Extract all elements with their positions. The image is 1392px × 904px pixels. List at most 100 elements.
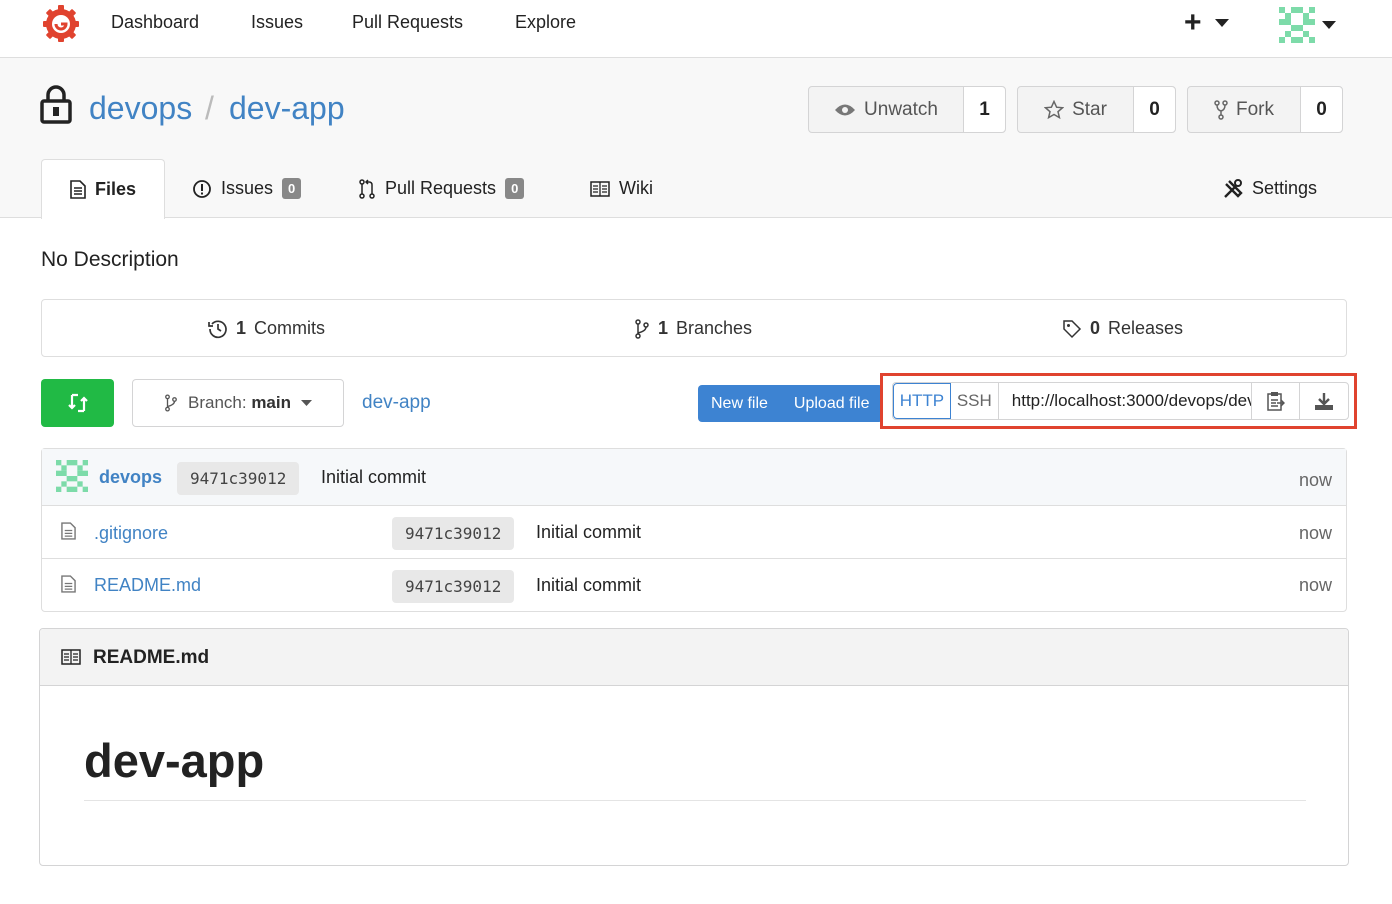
commits-label: Commits (254, 318, 326, 338)
repo-name-link[interactable]: dev-app (229, 90, 345, 127)
star-button-group: Star 0 (1017, 86, 1176, 133)
nav-issues[interactable]: Issues (251, 12, 303, 33)
releases-label: Releases (1108, 318, 1184, 338)
branch-name: main (251, 393, 291, 412)
commit-sha-button[interactable]: 9471c39012 (177, 462, 300, 495)
commits-count: 1 (236, 318, 247, 338)
star-icon (1044, 99, 1065, 119)
clone-http-button[interactable]: HTTP (893, 383, 951, 419)
lock-icon (40, 85, 72, 124)
clone-ssh-button[interactable]: SSH (951, 383, 999, 419)
caret-down-icon (1322, 21, 1336, 29)
caret-down-icon (1214, 19, 1229, 27)
repo-separator: / (205, 90, 214, 126)
compare-button[interactable] (41, 379, 114, 427)
clone-highlight: HTTP SSH http://localhost:3000/devops/de… (880, 373, 1357, 429)
fork-button[interactable]: Fork (1188, 87, 1301, 132)
caret-down-icon (301, 399, 312, 406)
releases-stat-link[interactable]: 0 Releases (1062, 318, 1183, 339)
clone-url-input[interactable]: http://localhost:3000/devops/dev-app.git (999, 383, 1253, 419)
star-button[interactable]: Star (1018, 87, 1134, 132)
tab-files[interactable]: Files (41, 159, 165, 219)
nav-explore[interactable]: Explore (515, 12, 576, 33)
commit-message: Initial commit (321, 467, 427, 487)
create-new-dropdown[interactable]: + (1184, 8, 1240, 38)
file-commit-message[interactable]: Initial commit (536, 575, 641, 596)
tab-pull-requests[interactable]: Pull Requests 0 (358, 159, 525, 218)
stars-count[interactable]: 0 (1134, 87, 1175, 132)
fork-icon (1214, 99, 1228, 120)
commit-age: now (1298, 470, 1332, 490)
gitea-logo-icon[interactable] (42, 4, 80, 42)
readme-panel: README.md dev-app (39, 628, 1349, 866)
readme-header: README.md (40, 629, 1348, 686)
top-navbar: Dashboard Issues Pull Requests Explore + (0, 0, 1392, 58)
repo-header: devops / dev-app Unwatch 1 Star 0 Fork 0… (0, 58, 1392, 219)
history-icon (208, 319, 227, 338)
file-age: now (1298, 575, 1332, 595)
clipboard-icon (1266, 392, 1285, 411)
branches-label: Branches (676, 318, 753, 338)
user-menu-dropdown[interactable] (1279, 6, 1339, 44)
file-age: now (1298, 523, 1332, 543)
nav-pull-requests[interactable]: Pull Requests (352, 12, 463, 33)
file-commit-sha[interactable]: 9471c39012 (392, 570, 515, 603)
file-text-icon (70, 180, 86, 199)
commits-stat-link[interactable]: 1 Commits (208, 318, 325, 339)
readme-heading: dev-app (84, 734, 265, 787)
download-icon (1315, 393, 1334, 410)
compare-icon (67, 393, 88, 413)
tab-settings[interactable]: Settings (1223, 159, 1317, 218)
tab-wiki-label: Wiki (619, 178, 653, 198)
upload-file-button[interactable]: Upload file (781, 395, 883, 413)
plus-icon: + (1184, 6, 1202, 39)
new-file-button[interactable]: New file (698, 395, 781, 413)
avatar (56, 460, 88, 492)
table-row: README.md 9471c39012 Initial commit now (42, 559, 1346, 611)
tab-wiki[interactable]: Wiki (590, 159, 653, 218)
commit-author-link[interactable]: devops (99, 467, 162, 488)
watchers-count[interactable]: 1 (964, 87, 1005, 132)
star-label: Star (1072, 98, 1107, 120)
repo-description: No Description (41, 248, 179, 271)
file-name-link[interactable]: README.md (94, 575, 201, 596)
unwatch-button[interactable]: Unwatch (809, 87, 964, 132)
readme-divider (84, 800, 1306, 801)
fork-button-group: Fork 0 (1187, 86, 1343, 133)
file-commit-message[interactable]: Initial commit (536, 522, 641, 543)
tab-settings-label: Settings (1252, 178, 1318, 198)
file-actions-group: New file Upload file (698, 385, 883, 422)
nav-dashboard[interactable]: Dashboard (111, 12, 199, 33)
file-name-link[interactable]: .gitignore (94, 523, 168, 544)
tab-pull-requests-label: Pull Requests (385, 178, 497, 198)
eye-icon (835, 104, 856, 115)
unwatch-label: Unwatch (864, 98, 938, 120)
branch-dropdown[interactable]: Branch: main (132, 379, 344, 427)
repo-owner-link[interactable]: devops (89, 90, 192, 127)
branch-prefix: Branch: (187, 393, 247, 412)
branch-icon (165, 394, 177, 412)
fork-label: Fork (1236, 98, 1274, 120)
issue-icon (193, 179, 211, 198)
file-table: devops 9471c39012 Initial commit now .gi… (41, 448, 1347, 612)
repo-stats-bar: 1 Commits 1 Branches 0 Releases (41, 299, 1347, 357)
tag-icon (1063, 319, 1082, 338)
branches-stat-link[interactable]: 1 Branches (634, 318, 752, 339)
readme-filename: README.md (93, 647, 210, 668)
copy-url-button[interactable] (1252, 383, 1301, 419)
pull-request-icon (359, 178, 375, 199)
book-icon (61, 649, 81, 665)
tab-files-label: Files (94, 179, 137, 199)
file-icon (61, 575, 76, 593)
file-commit-sha[interactable]: 9471c39012 (392, 517, 515, 550)
file-icon (61, 522, 76, 540)
latest-commit-row: devops 9471c39012 Initial commit now (42, 449, 1346, 506)
branches-count: 1 (658, 318, 669, 338)
pulls-count-badge: 0 (505, 178, 525, 199)
branch-icon (635, 318, 649, 339)
table-row: .gitignore 9471c39012 Initial commit now (42, 506, 1346, 559)
forks-count[interactable]: 0 (1301, 87, 1342, 132)
path-breadcrumb[interactable]: dev-app (362, 392, 431, 414)
download-button[interactable] (1300, 383, 1348, 419)
tab-issues[interactable]: Issues 0 (192, 159, 302, 218)
